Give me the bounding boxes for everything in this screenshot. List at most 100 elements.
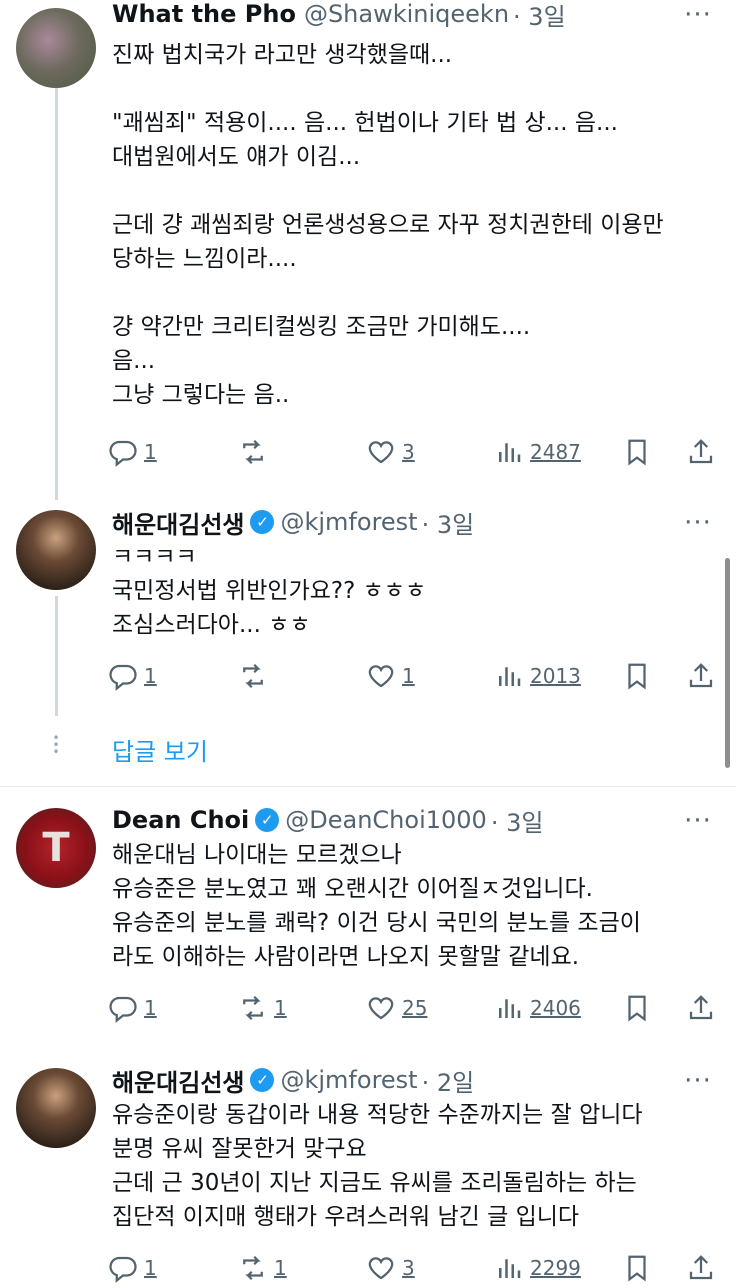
- reply-count: 1: [144, 996, 157, 1020]
- retweet-icon: [243, 663, 263, 689]
- tweet-text: 해운대님 나이대는 모르겠으나 유승준은 분노였고 꽤 오랜시간 이어질ㅈ것입니…: [112, 842, 641, 970]
- reply-count: 1: [144, 664, 157, 688]
- views-count: 2406: [530, 996, 581, 1020]
- bookmark-icon: [628, 663, 646, 690]
- reply-icon: [109, 664, 137, 691]
- reply-icon: [109, 440, 137, 467]
- like-button[interactable]: 3: [366, 1248, 415, 1288]
- handle[interactable]: @kjmforest: [280, 1066, 417, 1094]
- retweet-icon: [243, 995, 263, 1021]
- more-options-button[interactable]: ···: [678, 1068, 718, 1100]
- tweet-header: 해운대김선생 ✓ @kjmforest · 3일: [112, 504, 656, 540]
- retweet-button[interactable]: [238, 432, 274, 472]
- timestamp[interactable]: · 3일: [513, 0, 566, 32]
- views-button[interactable]: 2013: [494, 656, 581, 696]
- reply-button[interactable]: 1: [108, 432, 157, 472]
- views-button[interactable]: 2487: [494, 432, 581, 472]
- more-options-button[interactable]: ···: [678, 510, 718, 542]
- like-count: 3: [402, 440, 415, 464]
- tweet[interactable]: 해운대김선생 ✓ @kjmforest · 3일 ··· ㅋㅋㅋㅋ 국민정서법 …: [0, 500, 736, 720]
- avatar[interactable]: [16, 8, 96, 88]
- views-icon: [499, 999, 521, 1018]
- avatar[interactable]: T: [16, 808, 96, 888]
- tweet-header: Dean Choi ✓ @DeanChoi1000 · 3일: [112, 802, 656, 838]
- like-button[interactable]: 3: [366, 432, 415, 472]
- share-button[interactable]: [686, 1248, 716, 1288]
- thread-dots: • • •: [52, 731, 60, 759]
- like-button[interactable]: 25: [366, 988, 427, 1028]
- timestamp[interactable]: · 3일: [422, 505, 475, 540]
- share-icon: [689, 995, 713, 1020]
- reply-icon: [109, 996, 137, 1023]
- reply-button[interactable]: 1: [108, 1248, 157, 1288]
- bookmark-icon: [628, 995, 646, 1022]
- more-options-button[interactable]: ···: [678, 2, 718, 34]
- handle[interactable]: @Shawkiniqeekn: [304, 0, 509, 28]
- like-icon: [368, 665, 394, 688]
- like-icon: [368, 997, 394, 1020]
- views-button[interactable]: 2406: [494, 988, 581, 1028]
- bookmark-icon: [628, 1255, 646, 1282]
- reply-button[interactable]: 1: [108, 656, 157, 696]
- retweet-button[interactable]: 1: [238, 1248, 287, 1288]
- reply-icon: [109, 1256, 137, 1283]
- like-count: 3: [402, 1256, 415, 1280]
- bookmark-button[interactable]: [622, 432, 652, 472]
- tweet-text: ㅋㅋㅋㅋ 국민정서법 위반인가요?? ㅎㅎㅎ 조심스러다아... ㅎㅎ: [112, 544, 427, 638]
- retweet-count: 1: [274, 1256, 287, 1280]
- retweet-count: 1: [274, 996, 287, 1020]
- share-icon: [689, 439, 713, 464]
- verified-icon: ✓: [250, 510, 275, 534]
- views-icon: [499, 443, 521, 462]
- share-button[interactable]: [686, 656, 716, 696]
- display-name[interactable]: 해운대김선생: [112, 505, 244, 540]
- retweet-button[interactable]: 1: [238, 988, 287, 1028]
- action-bar: 1 1 2013: [108, 656, 720, 696]
- views-button[interactable]: 2299: [494, 1248, 581, 1288]
- like-icon: [368, 441, 394, 464]
- share-button[interactable]: [686, 432, 716, 472]
- share-button[interactable]: [686, 988, 716, 1028]
- views-count: 2487: [530, 440, 581, 464]
- timestamp[interactable]: · 3일: [491, 803, 544, 838]
- tweet-header: What the Pho @Shawkiniqeekn · 3일: [112, 0, 656, 32]
- tweet-text: 진짜 법치국가 라고만 생각했을때... "괘씸죄" 적용이.... 음... …: [112, 42, 664, 408]
- display-name[interactable]: Dean Choi: [112, 806, 249, 834]
- display-name[interactable]: 해운대김선생: [112, 1063, 244, 1098]
- retweet-icon: [243, 439, 263, 465]
- divider: [0, 786, 736, 787]
- reply-count: 1: [144, 1256, 157, 1280]
- action-bar: 1 3 2487: [108, 432, 720, 472]
- verified-icon: ✓: [255, 808, 280, 832]
- views-count: 2299: [530, 1256, 581, 1280]
- action-bar: 1 1 3 2299: [108, 1248, 720, 1288]
- avatar[interactable]: [16, 510, 96, 590]
- handle[interactable]: @kjmforest: [280, 508, 417, 536]
- reply-count: 1: [144, 440, 157, 464]
- more-options-button[interactable]: ···: [678, 808, 718, 840]
- scrollbar[interactable]: [725, 558, 730, 768]
- like-count: 1: [402, 664, 415, 688]
- like-icon: [368, 1257, 394, 1280]
- views-icon: [499, 667, 521, 686]
- handle[interactable]: @DeanChoi1000: [285, 806, 487, 834]
- display-name[interactable]: What the Pho: [112, 0, 296, 28]
- show-replies-link[interactable]: 답글 보기: [112, 732, 208, 767]
- views-icon: [499, 1259, 521, 1278]
- share-icon: [689, 1255, 713, 1280]
- bookmark-button[interactable]: [622, 1248, 652, 1288]
- reply-button[interactable]: 1: [108, 988, 157, 1028]
- bookmark-button[interactable]: [622, 988, 652, 1028]
- tweet[interactable]: 해운대김선생 ✓ @kjmforest · 2일 ··· 유승준이랑 동갑이라 …: [0, 1050, 736, 1283]
- avatar[interactable]: [16, 1068, 96, 1148]
- tweet[interactable]: What the Pho @Shawkiniqeekn · 3일 ··· 진짜 …: [0, 0, 736, 500]
- retweet-icon: [243, 1255, 263, 1281]
- retweet-button[interactable]: [238, 656, 274, 696]
- tweet-header: 해운대김선생 ✓ @kjmforest · 2일: [112, 1062, 656, 1098]
- like-button[interactable]: 1: [366, 656, 415, 696]
- timestamp[interactable]: · 2일: [422, 1063, 475, 1098]
- tweet[interactable]: T Dean Choi ✓ @DeanChoi1000 · 3일 ··· 해운대…: [0, 790, 736, 1040]
- bookmark-button[interactable]: [622, 656, 652, 696]
- tweet-text: 유승준이랑 동갑이라 내용 적당한 수준까지는 잘 압니다 분명 유씨 잘못한거…: [112, 1102, 643, 1230]
- tesla-logo-icon: T: [42, 825, 70, 871]
